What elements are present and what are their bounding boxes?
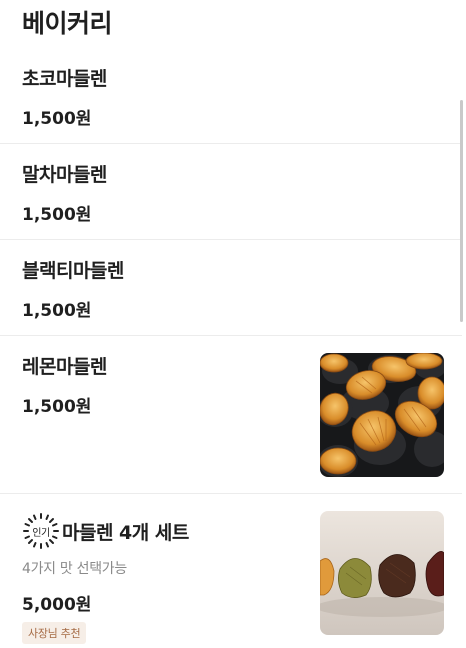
madeleine-set-photo[interactable] [320, 511, 444, 635]
menu-item-lemon-madeleine[interactable]: 레몬마들렌 1,500원 [0, 336, 462, 494]
item-name: 초코마들렌 [22, 68, 107, 90]
menu-item-blacktea-madeleine[interactable]: 블랙티마들렌 1,500원 [0, 240, 462, 336]
popular-label: 인기 [32, 527, 50, 539]
menu-item-choco-madeleine[interactable]: 초코마들렌 1,500원 [0, 48, 462, 144]
menu-item-madeleine-set[interactable]: 인기 마들렌 4개 세트 4가지 맛 선택가능 5,000원 사장님 추천 [0, 494, 462, 648]
scrollbar[interactable] [460, 100, 463, 322]
madeleine-tray-photo[interactable] [320, 353, 444, 477]
item-name: 블랙티마들렌 [22, 260, 124, 282]
popular-badge-icon: 인기 [22, 512, 60, 550]
item-name: 마들렌 4개 세트 [62, 521, 189, 544]
owner-recommend-badge: 사장님 추천 [22, 622, 87, 644]
item-price: 5,000원 [22, 595, 92, 615]
section-title: 베이커리 [22, 9, 113, 38]
item-title-row: 인기 마들렌 4개 세트 [22, 512, 189, 550]
menu-item-matcha-madeleine[interactable]: 말차마들렌 1,500원 [0, 144, 462, 240]
item-price: 1,500원 [22, 109, 92, 129]
item-name: 말차마들렌 [22, 164, 107, 186]
item-price: 1,500원 [22, 205, 92, 225]
item-price: 1,500원 [22, 397, 92, 417]
menu-page: 베이커리 초코마들렌 1,500원 말차마들렌 1,500원 블랙티마들렌 1,… [0, 0, 466, 648]
item-price: 1,500원 [22, 301, 92, 321]
item-name: 레몬마들렌 [22, 356, 107, 378]
item-description: 4가지 맛 선택가능 [22, 561, 127, 577]
